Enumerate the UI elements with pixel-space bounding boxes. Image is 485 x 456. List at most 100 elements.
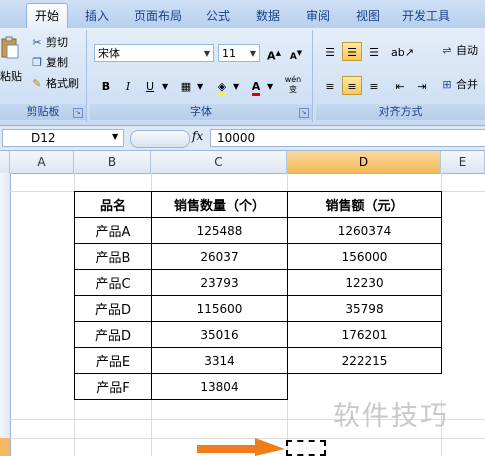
clipboard-launcher-icon[interactable]: ↘ [73,108,83,118]
tab-view[interactable]: 视图 [346,5,390,27]
font-color-button[interactable]: A [246,76,266,96]
clipboard-group: 粘贴 ✂ 剪切 ❐ 复制 ✎ 格式刷 剪贴板 ↘ [0,30,87,122]
merge-center-button[interactable]: ⊞ 合并 [440,76,478,94]
insert-function-icon[interactable]: fx [192,129,203,143]
chevron-down-icon: ▼ [203,49,210,58]
column-header-b[interactable]: B [74,151,151,173]
align-bottom-icon: ☰ [369,46,379,59]
quantity-cell[interactable]: 13804 [151,373,288,400]
font-name-value: 宋体 [98,47,120,60]
column-header-d[interactable]: D [287,151,441,173]
tab-formulas[interactable]: 公式 [196,5,240,27]
align-top-icon: ☰ [325,46,335,59]
product-cell[interactable]: 产品B [74,243,152,270]
quantity-cell[interactable]: 26037 [151,243,288,270]
product-cell[interactable]: 产品E [74,347,152,374]
wrap-text-button[interactable]: ⇌ 自动 [440,42,478,60]
increase-indent-button[interactable]: ⇥ [412,76,432,95]
quantity-cell[interactable]: 23793 [151,269,288,296]
quantity-cell[interactable]: 125488 [151,217,288,244]
font-size-value: 11 [222,47,236,60]
quantity-cell[interactable]: 3314 [151,347,288,374]
ribbon-tab-bar: 开始 插入 页面布局 公式 数据 审阅 视图 开发工具 [0,0,485,29]
table-row: 产品D 35016 176201 [74,321,442,348]
sales-cell[interactable]: 12230 [287,269,442,296]
table-row: 产品A 125488 1260374 [74,217,442,244]
column-header-c[interactable]: C [151,151,287,173]
font-color-label: A [251,80,261,96]
grow-font-label: A [267,49,276,63]
sales-cell[interactable]: 1260374 [287,217,442,244]
tab-data[interactable]: 数据 [246,5,290,27]
header-cell[interactable]: 销售额（元） [287,191,442,218]
shrink-font-button[interactable]: A▼ [286,43,306,62]
row-header-strip[interactable] [0,173,11,456]
align-top-button[interactable]: ☰ [320,42,340,61]
font-size-select[interactable]: 11 ▼ [218,44,260,62]
product-cell[interactable]: 产品F [74,373,152,400]
align-left-icon: ≡ [325,80,335,93]
grow-font-button[interactable]: A▲ [264,43,284,63]
copy-button[interactable]: ❐ 复制 [30,54,68,72]
quantity-cell[interactable]: 35016 [151,321,288,348]
border-grid-icon: ▦ [180,80,192,93]
sales-cell[interactable]: 156000 [287,243,442,270]
select-all-corner[interactable] [0,151,10,173]
align-center-button[interactable]: ≡ [342,76,362,95]
format-painter-label: 格式刷 [46,77,79,90]
sales-cell[interactable]: 35798 [287,295,442,322]
chevron-down-icon[interactable]: ▼ [267,82,273,91]
copy-label: 复制 [46,56,68,69]
decrease-indent-button[interactable]: ⇤ [390,76,410,95]
font-launcher-icon[interactable]: ↘ [299,108,309,118]
fill-color-button[interactable]: ◈ [212,76,232,96]
italic-button[interactable]: I [118,76,138,95]
copy-marquee-cell[interactable] [286,440,326,456]
sales-cell[interactable]: 222215 [287,347,442,374]
header-cell[interactable]: 销售数量（个） [151,191,288,218]
formula-input[interactable]: 10000 [210,129,485,147]
chevron-down-icon[interactable]: ▼ [197,82,203,91]
product-cell[interactable]: 产品D [74,295,152,322]
align-right-button[interactable]: ≡ [364,76,384,95]
chevron-down-icon[interactable]: ▼ [162,82,168,91]
borders-button[interactable]: ▦ [176,76,196,95]
orientation-button[interactable]: ab↗ [390,42,414,61]
tab-developer[interactable]: 开发工具 [394,5,458,27]
table-header-row: 品名 销售数量（个） 销售额（元） [74,191,442,218]
quantity-cell[interactable]: 115600 [151,295,288,322]
sales-cell[interactable]: 176201 [287,321,442,348]
tab-page-layout[interactable]: 页面布局 [126,5,190,27]
header-cell[interactable]: 品名 [74,191,152,218]
product-cell[interactable]: 产品D [74,321,152,348]
ribbon: 粘贴 ✂ 剪切 ❐ 复制 ✎ 格式刷 剪贴板 ↘ 宋体 ▼ 11 ▼ A▲ A▼ B I … [0,28,485,126]
align-middle-button[interactable]: ☰ [342,42,362,61]
tab-review[interactable]: 审阅 [296,5,340,27]
product-cell[interactable]: 产品A [74,217,152,244]
format-painter-button[interactable]: ✎ 格式刷 [30,75,79,93]
align-bottom-button[interactable]: ☰ [364,42,384,61]
phonetic-guide-button[interactable]: wén 变 [280,74,306,96]
alignment-group: ☰ ☰ ☰ ab↗ ⇌ 自动 ≡ ≡ ≡ ⇤ ⇥ ⊞ 合并 对齐方式 [316,30,485,122]
cut-button[interactable]: ✂ 剪切 [30,34,68,52]
chevron-down-icon[interactable]: ▼ [112,132,118,141]
decrease-indent-icon: ⇤ [395,80,405,93]
bold-button[interactable]: B [96,76,116,95]
chevron-down-icon: ▼ [249,49,256,58]
underline-button[interactable]: U [140,76,160,95]
column-header-e[interactable]: E [441,151,485,173]
tab-insert[interactable]: 插入 [76,5,118,27]
chevron-down-icon[interactable]: ▼ [233,82,239,91]
product-cell[interactable]: 产品C [74,269,152,296]
formula-splitter[interactable] [130,130,190,148]
paste-icon[interactable] [0,36,20,60]
shrink-font-label: A [289,52,297,62]
name-box[interactable]: D12 [2,129,124,147]
paste-button[interactable]: 粘贴 [0,68,22,86]
align-left-button[interactable]: ≡ [320,76,340,95]
format-painter-icon: ✎ [32,77,42,90]
align-middle-icon: ☰ [347,46,357,59]
tab-home[interactable]: 开始 [26,3,68,29]
column-header-a[interactable]: A [10,151,74,173]
font-name-select[interactable]: 宋体 ▼ [94,44,214,62]
